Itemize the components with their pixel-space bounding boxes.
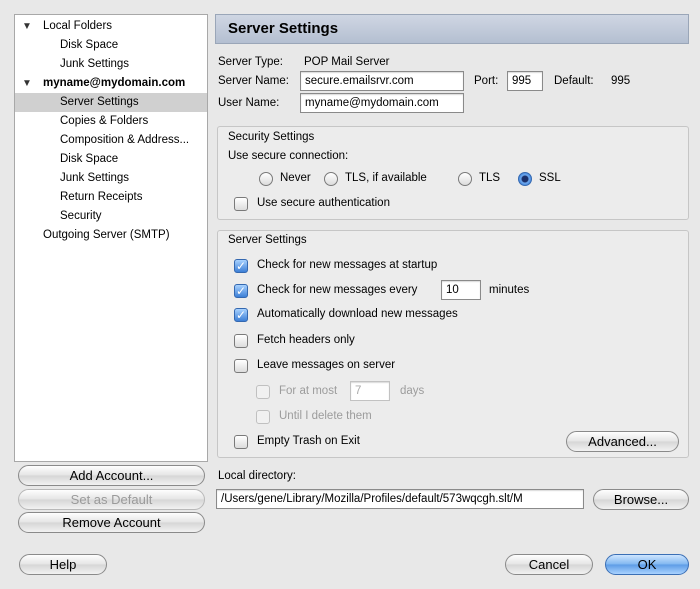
for-at-most-unit: days [400, 385, 425, 397]
radio-never-label[interactable]: Never [280, 172, 311, 184]
tree-item-return-receipts[interactable]: Return Receipts [15, 188, 207, 207]
panel-header: Server Settings [215, 14, 689, 44]
until-delete-label[interactable]: Until I delete them [279, 410, 372, 422]
remove-account-button[interactable]: Remove Account [18, 512, 205, 533]
server-settings-group: Server Settings ✓ Check for new messages… [217, 230, 689, 458]
tree-item-label: Copies & Folders [60, 115, 149, 127]
tree-item-label: Junk Settings [60, 172, 130, 184]
disclosure-triangle-icon[interactable]: ▼ [22, 74, 32, 93]
tree-item-disk-space-2[interactable]: Disk Space [15, 150, 207, 169]
tree-item-label: Composition & Address... [60, 134, 190, 146]
default-port-label: Default: [554, 75, 594, 87]
disclosure-triangle-icon[interactable]: ▼ [22, 17, 32, 36]
check-interval-unit: minutes [489, 284, 530, 296]
port-field[interactable]: 995 [507, 71, 543, 91]
port-label: Port: [474, 75, 499, 87]
tree-item-label: Junk Settings [60, 58, 130, 70]
server-name-label: Server Name: [218, 75, 289, 87]
server-type-label: Server Type: [218, 56, 283, 68]
tree-item-label: myname@mydomain.com [43, 77, 186, 89]
add-account-button[interactable]: Add Account... [18, 465, 205, 486]
radio-tls[interactable] [458, 172, 472, 186]
user-name-field[interactable]: myname@mydomain.com [300, 93, 464, 113]
use-secure-connection-label: Use secure connection: [228, 150, 349, 162]
browse-button[interactable]: Browse... [593, 489, 689, 510]
local-directory-field[interactable]: /Users/gene/Library/Mozilla/Profiles/def… [216, 489, 584, 509]
tree-item-security[interactable]: Security [15, 207, 207, 226]
check-every-checkbox[interactable]: ✓ [234, 284, 248, 298]
radio-ssl-label[interactable]: SSL [539, 172, 561, 184]
until-delete-checkbox[interactable] [256, 410, 270, 424]
tree-item-label: Security [60, 210, 102, 222]
server-settings-legend: Server Settings [228, 234, 307, 246]
for-at-most-label[interactable]: For at most [279, 385, 337, 397]
security-settings-legend: Security Settings [228, 131, 315, 143]
fetch-headers-label[interactable]: Fetch headers only [257, 334, 355, 346]
tree-item-disk-space[interactable]: Disk Space [15, 36, 207, 55]
check-startup-label[interactable]: Check for new messages at startup [257, 259, 437, 271]
cancel-button[interactable]: Cancel [505, 554, 593, 575]
empty-trash-checkbox[interactable] [234, 435, 248, 449]
empty-trash-label[interactable]: Empty Trash on Exit [257, 435, 360, 447]
radio-tls-if-available-label[interactable]: TLS, if available [345, 172, 427, 184]
leave-on-server-label[interactable]: Leave messages on server [257, 359, 395, 371]
tree-item-server-settings[interactable]: Server Settings [15, 93, 207, 112]
secure-auth-label[interactable]: Use secure authentication [257, 197, 390, 209]
for-at-most-days-field[interactable]: 7 [350, 381, 390, 401]
ok-button[interactable]: OK [605, 554, 689, 575]
auto-download-label[interactable]: Automatically download new messages [257, 308, 458, 320]
account-tree[interactable]: ▼ Local Folders Disk Space Junk Settings… [14, 14, 208, 462]
set-default-button[interactable]: Set as Default [18, 489, 205, 510]
check-startup-checkbox[interactable]: ✓ [234, 259, 248, 273]
tree-item-label: Disk Space [60, 153, 119, 165]
help-button[interactable]: Help [19, 554, 107, 575]
tree-item-outgoing-server[interactable]: Outgoing Server (SMTP) [15, 226, 207, 245]
tree-item-local-folders[interactable]: ▼ Local Folders [15, 17, 207, 36]
advanced-button[interactable]: Advanced... [566, 431, 679, 452]
tree-item-junk-settings-2[interactable]: Junk Settings [15, 169, 207, 188]
tree-item-junk-settings[interactable]: Junk Settings [15, 55, 207, 74]
radio-ssl[interactable] [518, 172, 532, 186]
user-name-label: User Name: [218, 97, 280, 109]
tree-item-label: Outgoing Server (SMTP) [43, 229, 170, 241]
tree-item-label: Disk Space [60, 39, 119, 51]
tree-item-label: Return Receipts [60, 191, 143, 203]
tree-item-copies-folders[interactable]: Copies & Folders [15, 112, 207, 131]
tree-item-label: Local Folders [43, 20, 113, 32]
server-name-field[interactable]: secure.emailsrvr.com [300, 71, 464, 91]
default-port-value: 995 [611, 75, 631, 87]
tree-item-account[interactable]: ▼ myname@mydomain.com [15, 74, 207, 93]
local-directory-label: Local directory: [218, 470, 296, 482]
leave-on-server-checkbox[interactable] [234, 359, 248, 373]
panel-title: Server Settings [228, 20, 339, 37]
server-type-value: POP Mail Server [304, 56, 390, 68]
radio-tls-label[interactable]: TLS [479, 172, 500, 184]
auto-download-checkbox[interactable]: ✓ [234, 308, 248, 322]
check-every-label[interactable]: Check for new messages every [257, 284, 417, 296]
secure-auth-checkbox[interactable] [234, 197, 248, 211]
radio-never[interactable] [259, 172, 273, 186]
for-at-most-checkbox[interactable] [256, 385, 270, 399]
security-settings-group: Security Settings Use secure connection:… [217, 126, 689, 220]
fetch-headers-checkbox[interactable] [234, 334, 248, 348]
tree-item-composition[interactable]: Composition & Address... [15, 131, 207, 150]
check-interval-field[interactable]: 10 [441, 280, 481, 300]
radio-tls-if-available[interactable] [324, 172, 338, 186]
tree-item-label: Server Settings [60, 96, 139, 108]
